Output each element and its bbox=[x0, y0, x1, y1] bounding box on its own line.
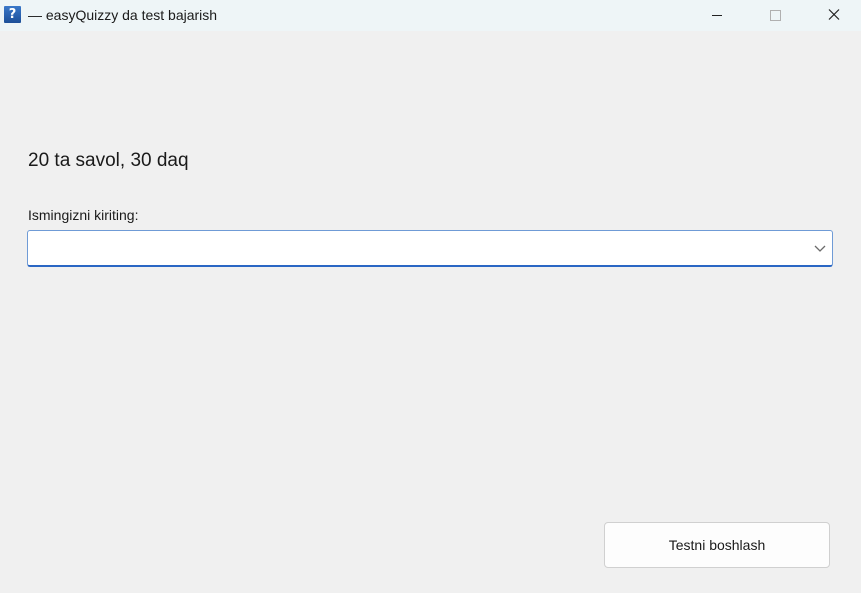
quiz-window: ? — easyQuizzy da test bajarish 20 ta sa… bbox=[0, 0, 861, 593]
maximize-icon bbox=[770, 10, 781, 21]
quiz-info: 20 ta savol, 30 daq bbox=[28, 150, 189, 171]
title-bar[interactable]: ? — easyQuizzy da test bajarish bbox=[0, 0, 861, 31]
window-title: — easyQuizzy da test bajarish bbox=[28, 7, 218, 23]
chevron-down-icon[interactable] bbox=[812, 240, 828, 256]
minimize-icon bbox=[712, 15, 722, 16]
minimize-button[interactable] bbox=[694, 0, 740, 31]
maximize-button[interactable] bbox=[752, 0, 798, 31]
close-icon bbox=[828, 9, 840, 20]
question-mark-icon: ? bbox=[4, 6, 21, 23]
name-label: Ismingizni kiriting: bbox=[28, 207, 139, 223]
name-combobox[interactable] bbox=[27, 230, 833, 267]
name-input[interactable] bbox=[36, 231, 796, 265]
close-button[interactable] bbox=[811, 0, 857, 31]
start-test-button[interactable]: Testni boshlash bbox=[604, 522, 830, 568]
